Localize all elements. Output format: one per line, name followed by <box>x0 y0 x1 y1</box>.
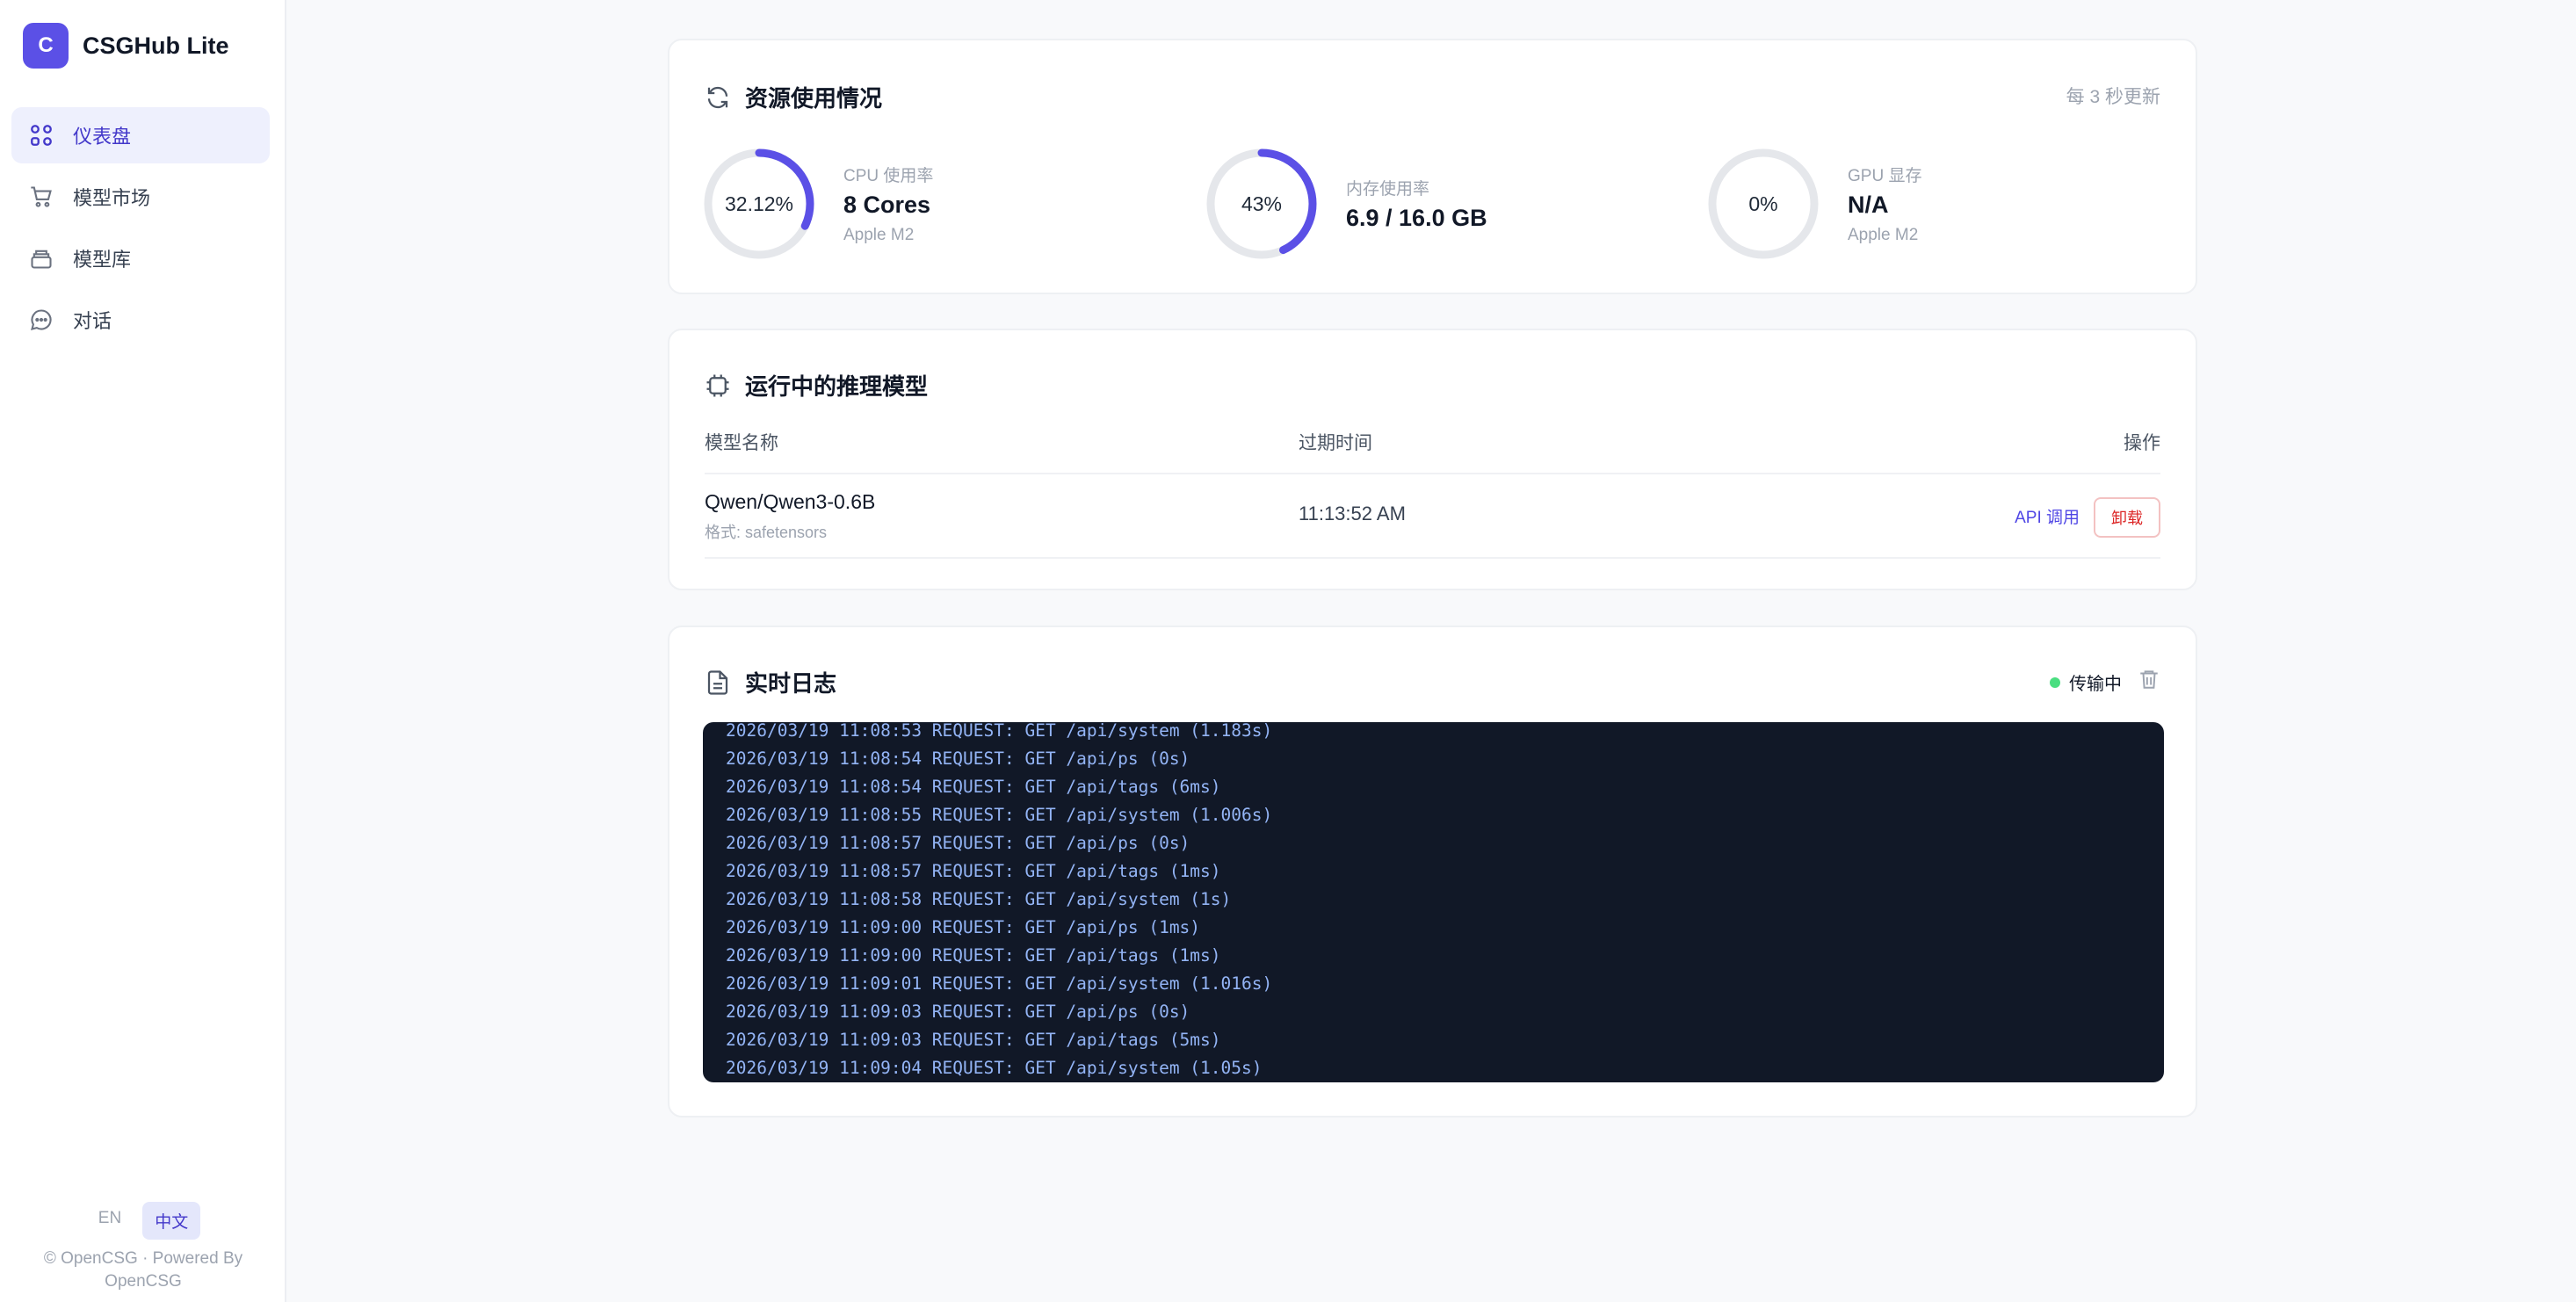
cpu-chip-icon <box>706 374 729 396</box>
gpu-ring: 0% <box>1707 148 1820 260</box>
memory-percent: 43% <box>1241 192 1283 215</box>
cpu-value: 8 Cores <box>843 192 931 218</box>
gpu-gauge: 0% GPU 显存 N/A Apple M2 <box>1707 148 1921 260</box>
log-line: 2026/03/19 11:09:03 REQUEST: GET /api/ta… <box>726 1030 1221 1050</box>
running-models-title: 运行中的推理模型 <box>705 369 928 401</box>
sidebar: C CSGHub Lite 仪表盘 模型市场 模型库 对话 EN 中文 © Op… <box>0 0 286 1302</box>
sidebar-item-label: 对话 <box>73 310 112 332</box>
sidebar-item-model-library[interactable]: 模型库 <box>11 230 270 286</box>
log-line: 2026/03/19 11:08:53 REQUEST: GET /api/sy… <box>726 722 1273 741</box>
table-row-divider <box>705 557 2160 559</box>
brand[interactable]: C CSGHub Lite <box>23 23 229 69</box>
update-interval-note: 每 3 秒更新 <box>2066 87 2160 107</box>
log-line: 2026/03/19 11:08:54 REQUEST: GET /api/ta… <box>726 777 1221 797</box>
sidebar-item-dashboard[interactable]: 仪表盘 <box>11 107 270 163</box>
log-line: 2026/03/19 11:08:55 REQUEST: GET /api/sy… <box>726 805 1273 825</box>
log-line: 2026/03/19 11:08:57 REQUEST: GET /api/ta… <box>726 861 1221 881</box>
realtime-logs-title: 实时日志 <box>705 666 836 698</box>
footer-copyright: © OpenCSG · Powered By OpenCSG <box>43 1249 243 1291</box>
resource-usage-title-text: 资源使用情况 <box>745 85 883 112</box>
memory-gauge: 43% 内存使用率 6.9 / 16.0 GB <box>1205 148 1487 260</box>
col-header-expire-time: 过期时间 <box>1299 433 1372 453</box>
model-format: 格式: safetensors <box>705 524 828 541</box>
table-header-divider <box>705 473 2160 474</box>
realtime-logs-title-text: 实时日志 <box>745 670 837 697</box>
log-line: 2026/03/19 11:08:54 REQUEST: GET /api/ps… <box>726 749 1190 769</box>
col-header-action: 操作 <box>2124 433 2160 453</box>
gpu-label: GPU 显存 <box>1848 167 1922 185</box>
cpu-ring: 32.12% <box>703 148 815 260</box>
sidebar-nav: 仪表盘 模型市场 模型库 对话 <box>11 107 270 353</box>
gpu-percent: 0% <box>1748 192 1778 215</box>
log-line: 2026/03/19 11:08:57 REQUEST: GET /api/ps… <box>726 833 1190 853</box>
running-models-card: 运行中的推理模型 模型名称 过期时间 操作 Qwen/Qwen3-0.6B 格式… <box>668 329 2197 590</box>
log-line: 2026/03/19 11:09:03 REQUEST: GET /api/ps… <box>726 1002 1190 1022</box>
model-expire-time: 11:13:52 AM <box>1299 503 1406 524</box>
layers-icon <box>31 250 52 269</box>
memory-label: 内存使用率 <box>1346 180 1430 199</box>
resource-usage-card: 资源使用情况 每 3 秒更新 32.12% CPU 使用率 8 Cores Ap… <box>668 39 2197 294</box>
cpu-sub: Apple M2 <box>843 226 915 244</box>
grid-icon <box>31 125 52 146</box>
log-line: 2026/03/19 11:09:00 REQUEST: GET /api/ps… <box>726 917 1201 937</box>
memory-ring: 43% <box>1205 148 1318 260</box>
unload-button[interactable]: 卸载 <box>2094 497 2160 538</box>
stream-status-label: 传输中 <box>2069 675 2122 694</box>
language-switcher: EN 中文 <box>0 1202 286 1240</box>
col-header-model-name: 模型名称 <box>705 433 778 453</box>
lang-zh-button[interactable]: 中文 <box>142 1202 201 1240</box>
log-line: 2026/03/19 11:08:58 REQUEST: GET /api/sy… <box>726 889 1232 909</box>
resource-usage-title: 资源使用情况 <box>705 81 882 113</box>
sidebar-item-label: 仪表盘 <box>73 126 132 148</box>
sidebar-item-model-market[interactable]: 模型市场 <box>11 169 270 225</box>
stream-status: 传输中 <box>2050 669 2122 695</box>
memory-value: 6.9 / 16.0 GB <box>1346 205 1487 231</box>
chat-icon <box>31 309 52 330</box>
gpu-sub: Apple M2 <box>1848 226 1919 244</box>
running-models-title-text: 运行中的推理模型 <box>745 373 929 400</box>
lang-en-button[interactable]: EN <box>86 1202 134 1240</box>
log-console[interactable]: 2026/03/19 11:08:53 REQUEST: GET /api/sy… <box>703 722 2164 1082</box>
api-call-link[interactable]: API 调用 <box>2015 504 2080 528</box>
cpu-gauge: 32.12% CPU 使用率 8 Cores Apple M2 <box>703 148 933 260</box>
document-icon <box>707 669 728 695</box>
app-logo: C <box>23 23 69 69</box>
log-line: 2026/03/19 11:09:00 REQUEST: GET /api/ta… <box>726 945 1221 966</box>
gpu-value: N/A <box>1848 192 1889 218</box>
sidebar-item-label: 模型市场 <box>73 187 151 209</box>
cpu-percent: 32.12% <box>724 192 793 215</box>
app-name: CSGHub Lite <box>83 32 229 59</box>
refresh-icon <box>707 86 728 108</box>
sidebar-item-label: 模型库 <box>73 249 132 271</box>
status-dot <box>2050 676 2060 688</box>
model-name: Qwen/Qwen3-0.6B <box>705 490 876 513</box>
cart-icon <box>31 186 52 207</box>
sidebar-item-chat[interactable]: 对话 <box>11 292 270 348</box>
realtime-logs-card: 实时日志 传输中 2026/03/19 11:08:53 REQUEST: GE… <box>668 626 2197 1118</box>
log-line: 2026/03/19 11:09:04 REQUEST: GET /api/sy… <box>726 1058 1263 1078</box>
trash-icon[interactable] <box>2138 668 2160 691</box>
cpu-label: CPU 使用率 <box>843 167 934 185</box>
log-line: 2026/03/19 11:09:01 REQUEST: GET /api/sy… <box>726 973 1273 994</box>
log-lines: 2026/03/19 11:08:53 REQUEST: GET /api/sy… <box>726 722 1272 1082</box>
